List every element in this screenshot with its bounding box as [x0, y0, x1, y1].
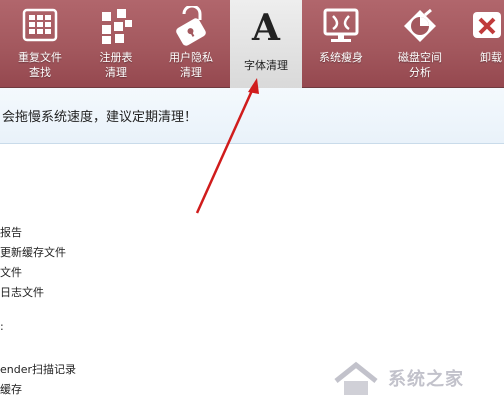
svg-text:A: A	[251, 7, 281, 46]
tool-label: 系统瘦身	[319, 51, 363, 64]
tool-disk-analysis[interactable]: 磁盘空间 分析	[380, 0, 460, 88]
watermark-logo: 系统之家	[330, 359, 500, 399]
list-item[interactable]: :	[0, 320, 4, 333]
list-item[interactable]: ender扫描记录	[0, 361, 76, 377]
tool-registry-clean[interactable]: 注册表 清理	[80, 0, 152, 88]
lock-icon	[170, 6, 212, 46]
tool-label: 字体清理	[244, 59, 288, 72]
tool-font-clean[interactable]: A 字体清理	[230, 0, 302, 88]
toolbar: 重复文件 查找 注册表 清理 用户隐私 清理 A 字体清理 系统瘦身 磁盘空间 …	[0, 0, 504, 88]
tool-uninstall[interactable]: 卸载	[460, 0, 504, 88]
disk-pie-icon	[399, 6, 441, 46]
tool-privacy-clean[interactable]: 用户隐私 清理	[152, 0, 230, 88]
tool-label: 重复文件 查找	[18, 51, 62, 79]
watermark-text: 系统之家	[388, 369, 464, 390]
info-bar: 会拖慢系统速度，建议定期清理！	[0, 88, 504, 144]
tool-label: 磁盘空间 分析	[398, 51, 442, 79]
tool-label: 注册表 清理	[99, 51, 133, 79]
list-item[interactable]: 文件	[0, 264, 22, 280]
tool-label: 用户隐私 清理	[169, 51, 213, 79]
house-logo-icon	[334, 361, 378, 395]
uninstall-icon	[469, 6, 504, 46]
grid-icon	[19, 6, 61, 46]
list-item[interactable]: 缓存	[0, 381, 22, 397]
blocks-icon	[95, 6, 137, 46]
info-message: 会拖慢系统速度，建议定期清理！	[2, 110, 198, 125]
monitor-icon	[320, 6, 362, 46]
font-a-icon: A	[245, 6, 287, 46]
tool-system-slim[interactable]: 系统瘦身	[302, 0, 380, 88]
tool-duplicate-files[interactable]: 重复文件 查找	[0, 0, 80, 88]
list-item[interactable]: 日志文件	[0, 284, 44, 300]
list-item[interactable]: 更新缓存文件	[0, 244, 66, 260]
tool-label: 卸载	[480, 51, 502, 64]
list-item[interactable]: 报告	[0, 224, 22, 240]
